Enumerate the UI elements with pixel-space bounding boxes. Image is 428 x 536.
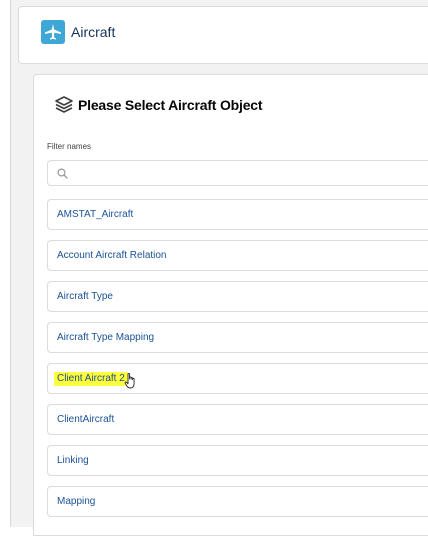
layers-icon — [55, 96, 73, 113]
card-title: Please Select Aircraft Object — [78, 97, 263, 113]
list-item-label: Aircraft Type Mapping — [57, 332, 155, 343]
list-item-label: Linking — [57, 455, 89, 466]
list-item-linking[interactable]: Linking — [47, 445, 428, 476]
list-item-clientaircraft[interactable]: ClientAircraft — [47, 404, 428, 435]
list-item-label-highlighted: Client Aircraft 2 — [54, 372, 128, 386]
object-selector-card: Please Select Aircraft Object Filter nam… — [33, 74, 428, 536]
filter-names-field[interactable] — [47, 160, 428, 186]
plane-icon — [41, 20, 65, 44]
list-item-label: ClientAircraft — [57, 414, 115, 425]
list-item-label: Aircraft Type — [57, 291, 113, 302]
list-item-amstat-aircraft[interactable]: AMSTAT_Aircraft — [47, 199, 428, 230]
list-item-label: Mapping — [57, 496, 96, 507]
list-item-mapping[interactable]: Mapping — [47, 486, 428, 517]
search-icon — [57, 168, 68, 179]
list-item-aircraft-type-mapping[interactable]: Aircraft Type Mapping — [47, 322, 428, 353]
filter-label: Filter names — [47, 142, 92, 151]
filter-names-input[interactable] — [74, 164, 418, 184]
list-item-client-aircraft-2[interactable]: Client Aircraft 2 — [47, 363, 428, 394]
list-item-account-aircraft-relation[interactable]: Account Aircraft Relation — [47, 240, 428, 271]
list-item-aircraft-type[interactable]: Aircraft Type — [47, 281, 428, 312]
list-item-label: AMSTAT_Aircraft — [57, 209, 134, 220]
page-title: Aircraft — [71, 24, 116, 40]
page-header: Aircraft — [18, 6, 428, 64]
list-item-label: Account Aircraft Relation — [57, 250, 167, 261]
hand-cursor-icon — [124, 373, 135, 389]
card-header: Please Select Aircraft Object — [54, 93, 263, 117]
